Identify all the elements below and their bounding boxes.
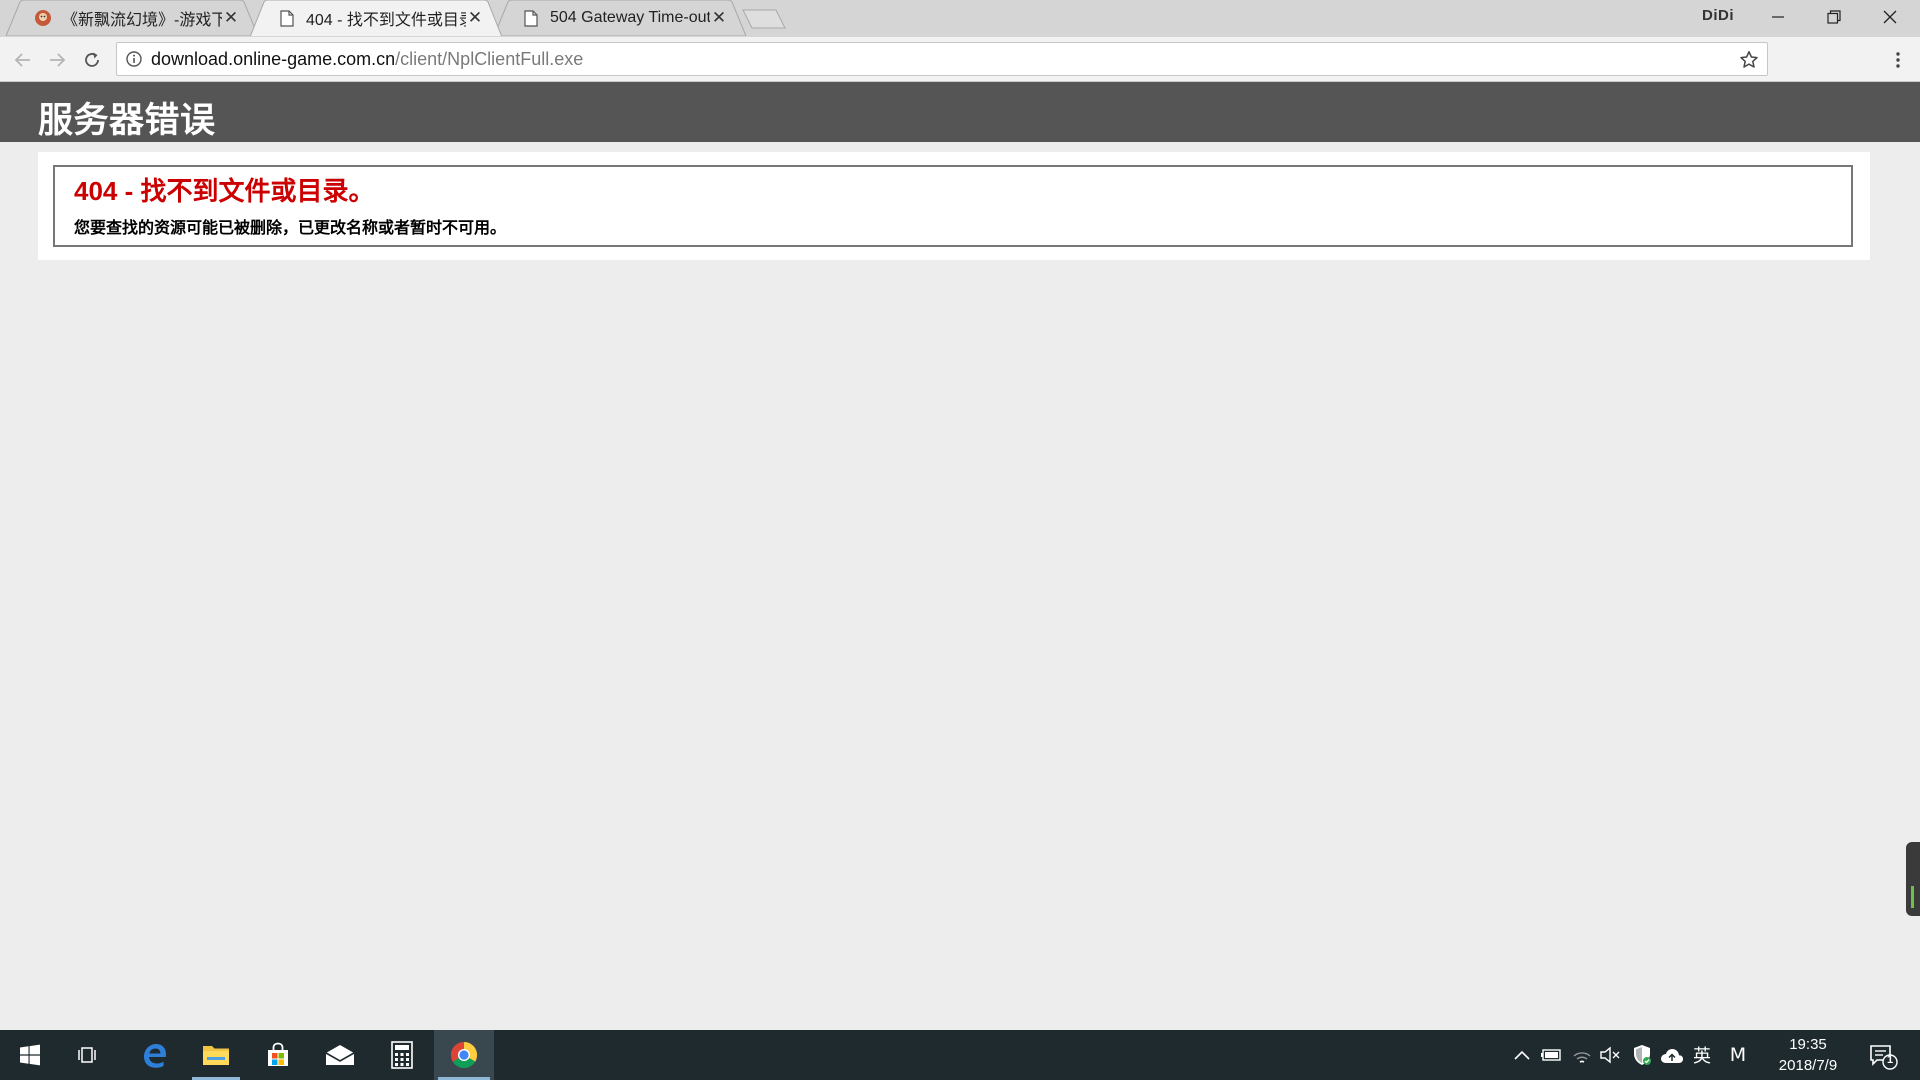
battery-icon[interactable] <box>1540 1043 1564 1067</box>
new-tab-button[interactable] <box>742 9 786 29</box>
store-bag-icon <box>268 1042 288 1066</box>
url-host: download.online-game.com.cn <box>151 48 396 69</box>
page-header: 服务器错误 <box>0 82 1920 142</box>
windows-logo-icon <box>20 1044 40 1066</box>
side-widget-indicator <box>1911 886 1914 908</box>
tab-game-download[interactable]: 《新飘流幻境》-游戏下载 ✕ <box>6 0 258 36</box>
minimize-icon <box>1772 16 1784 18</box>
restore-icon <box>1827 10 1841 24</box>
side-widget-handle[interactable] <box>1906 842 1920 916</box>
wifi-icon[interactable] <box>1570 1043 1594 1067</box>
calculator-icon <box>391 1041 413 1069</box>
game-favicon-icon <box>34 9 52 27</box>
tab-close-icon[interactable]: ✕ <box>466 9 484 27</box>
tab-strip: 《新飘流幻境》-游戏下载 ✕ 404 - 找不到文件或目录。 ✕ 504 Gat… <box>0 0 1920 37</box>
close-window-button[interactable] <box>1862 0 1918 34</box>
clock-date: 2018/7/9 <box>1778 1057 1838 1074</box>
content-container: 404 - 找不到文件或目录。 您要查找的资源可能已被删除，已更改名称或者暂时不… <box>38 152 1870 260</box>
minimize-button[interactable] <box>1750 0 1806 34</box>
tab-close-icon[interactable]: ✕ <box>710 9 728 27</box>
taskbar-calculator[interactable] <box>374 1030 430 1080</box>
clock[interactable]: 19:35 2018/7/9 <box>1758 1034 1858 1076</box>
reload-icon <box>85 52 99 67</box>
bookmark-star-icon[interactable] <box>1739 50 1759 70</box>
restore-button[interactable] <box>1806 0 1862 34</box>
tab-title: 404 - 找不到文件或目录。 <box>306 12 466 29</box>
taskbar-file-explorer[interactable] <box>188 1030 244 1080</box>
back-arrow-icon <box>14 53 30 67</box>
chrome-icon <box>450 1041 478 1069</box>
mail-icon <box>325 1045 355 1065</box>
tab-title: 《新飘流幻境》-游戏下载 <box>62 12 222 29</box>
notification-count: 1 <box>1886 1054 1894 1066</box>
page-icon <box>278 9 296 27</box>
url-path: /client/NplClientFull.exe <box>395 48 584 69</box>
tab-title: 504 Gateway Time-out <box>550 9 710 26</box>
more-vert-icon <box>1896 52 1900 68</box>
action-center-button[interactable]: 1 <box>1864 1040 1900 1072</box>
taskbar: 英 M 19:35 2018/7/9 1 <box>0 1030 1920 1080</box>
back-button[interactable] <box>10 47 36 73</box>
page-title: 服务器错误 <box>38 101 216 140</box>
forward-arrow-icon <box>50 53 66 67</box>
close-icon <box>1883 10 1897 24</box>
info-icon[interactable] <box>125 50 143 68</box>
tab-404-error[interactable]: 404 - 找不到文件或目录。 ✕ <box>250 0 502 36</box>
volume-muted-icon[interactable] <box>1598 1043 1622 1067</box>
error-title: 404 - 找不到文件或目录。 <box>74 176 375 206</box>
taskbar-edge[interactable] <box>126 1030 182 1080</box>
taskbar-mail[interactable] <box>312 1030 368 1080</box>
page-icon <box>522 9 540 27</box>
taskbar-chrome[interactable] <box>434 1030 494 1080</box>
ime-mode-indicator[interactable]: M <box>1726 1043 1750 1067</box>
task-view-button[interactable] <box>61 1030 117 1080</box>
start-button[interactable] <box>2 1030 58 1080</box>
task-view-icon <box>78 1047 96 1063</box>
cloud-upload-icon[interactable] <box>1660 1043 1684 1067</box>
tab-504-timeout[interactable]: 504 Gateway Time-out ✕ <box>494 0 746 36</box>
edge-icon <box>144 1044 166 1068</box>
taskbar-store[interactable] <box>250 1030 306 1080</box>
tab-close-icon[interactable]: ✕ <box>222 9 240 27</box>
error-box: 404 - 找不到文件或目录。 您要查找的资源可能已被删除，已更改名称或者暂时不… <box>53 165 1853 247</box>
profile-name[interactable]: DiDi <box>1702 7 1734 24</box>
reload-button[interactable] <box>79 47 105 73</box>
error-message: 您要查找的资源可能已被删除，已更改名称或者暂时不可用。 <box>74 220 507 237</box>
security-shield-icon[interactable] <box>1630 1043 1654 1067</box>
forward-button[interactable] <box>44 47 70 73</box>
tray-overflow-chevron-icon[interactable] <box>1510 1043 1534 1067</box>
folder-icon <box>203 1046 229 1065</box>
browser-menu-button[interactable] <box>1888 47 1908 73</box>
address-bar[interactable]: download.online-game.com.cn/client/NplCl… <box>116 42 1768 76</box>
clock-time: 19:35 <box>1789 1036 1827 1053</box>
url-text[interactable]: download.online-game.com.cn/client/NplCl… <box>151 49 583 70</box>
ime-language-indicator[interactable]: 英 <box>1690 1043 1714 1067</box>
browser-toolbar: download.online-game.com.cn/client/NplCl… <box>0 37 1920 82</box>
